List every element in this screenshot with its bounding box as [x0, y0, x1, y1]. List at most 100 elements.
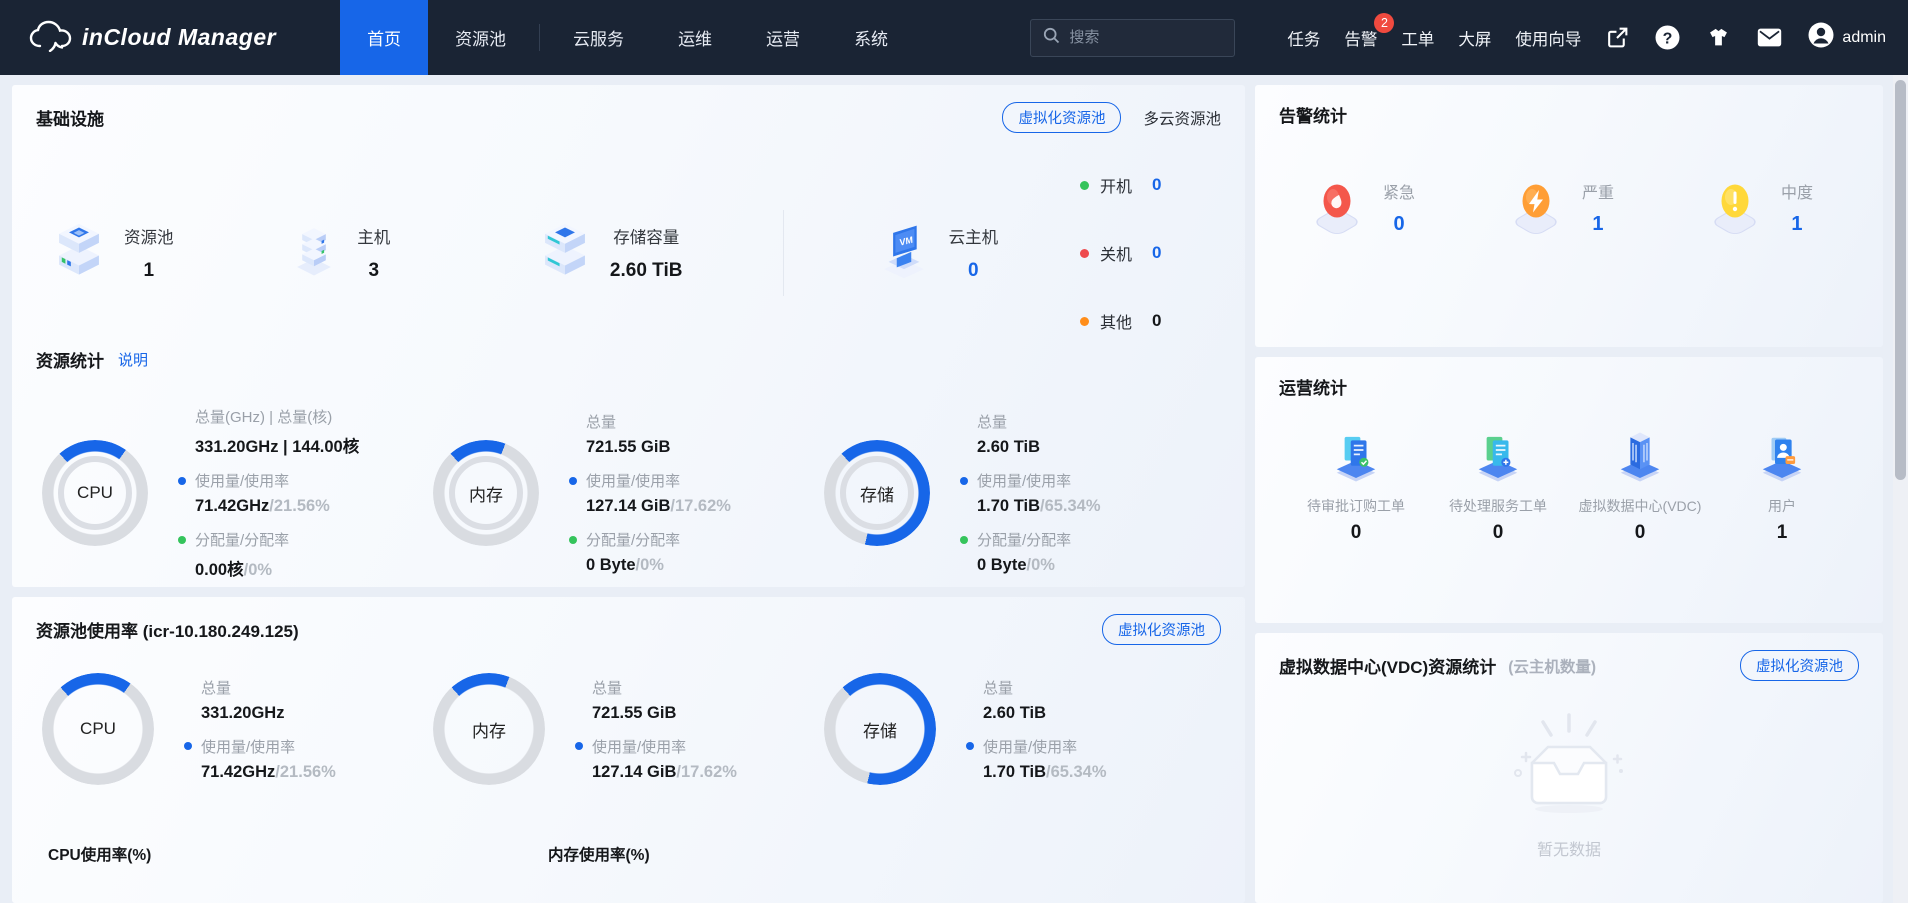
infrastructure-card: 基础设施 虚拟化资源池 多云资源池 — [12, 85, 1245, 587]
external-link-icon[interactable] — [1605, 25, 1630, 50]
nav-link-tickets[interactable]: 工单 — [1401, 26, 1434, 50]
pool-gauge-storage: 存储 总量 2.60 TiB 使用量/使用率 1.70 TiB/65.34% — [824, 673, 1215, 785]
shirt-icon[interactable] — [1705, 24, 1732, 51]
help-icon[interactable]: ? — [1654, 24, 1681, 51]
vm-status-off[interactable]: 关机 0 — [1080, 241, 1161, 265]
tab-cloud-service[interactable]: 云服务 — [546, 0, 651, 75]
toggle-multicloud-pool[interactable]: 多云资源池 — [1143, 107, 1221, 129]
infrastructure-title: 基础设施 — [36, 105, 104, 130]
resource-pool-count: 1 — [143, 260, 154, 282]
vdc-stats-subtitle: (云主机数量) — [1508, 655, 1740, 677]
host-count: 3 — [368, 260, 379, 282]
empty-box-icon — [1494, 707, 1644, 832]
major-alarm-count: 1 — [1592, 213, 1603, 236]
main-menu: 首页 资源池 云服务 运维 运营 系统 — [340, 0, 915, 75]
moderate-alarm-icon — [1703, 173, 1767, 242]
vdc-building-icon — [1612, 429, 1668, 490]
pool-usage-pill[interactable]: 虚拟化资源池 — [1102, 614, 1221, 645]
vdc-pill[interactable]: 虚拟化资源池 — [1740, 650, 1859, 681]
right-column: 告警统计 紧急 0 — [1255, 85, 1883, 903]
user-menu[interactable]: admin — [1807, 21, 1886, 54]
vm-status-other[interactable]: 其他 0 — [1080, 309, 1161, 333]
order-ticket-icon — [1328, 429, 1384, 490]
pool-usage-title: 资源池使用率 (icr-10.180.249.125) — [36, 617, 299, 642]
critical-alarm-count: 0 — [1393, 213, 1404, 236]
memory-usage-chart-title: 内存使用率(%) — [548, 843, 1048, 865]
user-card-icon — [1754, 429, 1810, 490]
top-nav: inCloud Manager 首页 资源池 云服务 运维 运营 系统 任务 告… — [0, 0, 1908, 75]
search-icon — [1043, 27, 1060, 49]
tab-home[interactable]: 首页 — [340, 0, 428, 75]
resource-stats-title: 资源统计 — [36, 347, 104, 372]
empty-state-text: 暂无数据 — [1537, 836, 1601, 860]
page-scrollbar-track[interactable] — [1893, 75, 1908, 903]
tab-ops-maintenance[interactable]: 运维 — [651, 0, 739, 75]
operation-items: 待审批订购工单 0 — [1279, 429, 1859, 544]
major-alarm-icon — [1504, 173, 1568, 242]
operation-stats-card: 运营统计 — [1255, 357, 1883, 623]
pool-gauge-memory: 内存 总量 721.55 GiB 使用量/使用率 127.14 GiB/17.6… — [433, 673, 824, 785]
pool-usage-card: 资源池使用率 (icr-10.180.249.125) 虚拟化资源池 CPU 总… — [12, 597, 1245, 903]
vdc-stats-title: 虚拟数据中心(VDC)资源统计 — [1279, 653, 1496, 678]
resource-pool-icon — [50, 220, 108, 287]
vm-count: 0 — [968, 260, 979, 282]
menu-divider — [539, 24, 540, 51]
empty-state: 暂无数据 — [1279, 707, 1859, 860]
alarm-moderate[interactable]: 中度 1 — [1703, 173, 1813, 242]
nav-link-tasks[interactable]: 任务 — [1287, 26, 1320, 50]
vm-status-list: 开机 0 关机 0 其他 0 — [1080, 169, 1161, 337]
nav-link-bigscreen[interactable]: 大屏 — [1458, 26, 1491, 50]
service-ticket-icon — [1470, 429, 1526, 490]
gauge-cpu: CPU 总量(GHz) | 总量(核) 331.20GHz | 144.00核 … — [42, 406, 433, 580]
search-input[interactable] — [1069, 29, 1209, 46]
nav-link-guide[interactable]: 使用向导 — [1515, 26, 1581, 50]
storage-capacity: 2.60 TiB — [610, 260, 683, 282]
pool-gauge-cpu: CPU 总量 331.20GHz 使用量/使用率 71.42GHz/21.56% — [42, 673, 433, 785]
operation-stats-title: 运营统计 — [1279, 374, 1859, 399]
storage-icon — [536, 220, 594, 287]
gauge-storage: 存储 总量 2.60 TiB 使用量/使用率 1.70 TiB/65.34% 分… — [824, 406, 1215, 580]
infra-divider — [783, 210, 784, 296]
user-count: 1 — [1777, 522, 1788, 544]
ops-vdc[interactable]: 虚拟数据中心(VDC) 0 — [1569, 429, 1711, 544]
alarm-stats-card: 告警统计 紧急 0 — [1255, 85, 1883, 347]
tab-system[interactable]: 系统 — [827, 0, 915, 75]
stat-resource-pool[interactable]: 资源池 1 — [50, 220, 174, 287]
avatar-icon — [1807, 21, 1835, 54]
toggle-virtual-pool[interactable]: 虚拟化资源池 — [1002, 102, 1121, 133]
vm-status-on[interactable]: 开机 0 — [1080, 173, 1161, 197]
page-scrollbar-thumb[interactable] — [1895, 80, 1906, 480]
dashboard: 基础设施 虚拟化资源池 多云资源池 — [0, 75, 1908, 903]
red-dot — [1080, 249, 1089, 258]
username: admin — [1842, 29, 1886, 47]
critical-alarm-icon — [1305, 173, 1369, 242]
vm-icon: VM — [875, 221, 933, 286]
gauge-memory: 内存 总量 721.55 GiB 使用量/使用率 127.14 GiB/17.6… — [433, 406, 824, 580]
app-logo[interactable]: inCloud Manager — [0, 0, 310, 75]
cloud-logo-icon — [28, 18, 74, 57]
alarm-stats-title: 告警统计 — [1279, 102, 1859, 127]
nav-link-alarms[interactable]: 告警 2 — [1344, 26, 1377, 50]
green-dot — [1080, 181, 1089, 190]
global-search[interactable] — [1030, 19, 1235, 57]
resource-stats-help-link[interactable]: 说明 — [118, 349, 148, 370]
app-title: inCloud Manager — [82, 24, 276, 51]
alarm-major[interactable]: 严重 1 — [1504, 173, 1614, 242]
mail-icon[interactable] — [1756, 24, 1783, 51]
alarm-count-badge: 2 — [1374, 13, 1394, 33]
vdc-count: 0 — [1635, 522, 1646, 544]
tab-resource-pool[interactable]: 资源池 — [428, 0, 533, 75]
alarm-critical[interactable]: 紧急 0 — [1305, 173, 1415, 242]
stat-storage[interactable]: 存储容量 2.60 TiB — [536, 220, 683, 287]
nav-right: 任务 告警 2 工单 大屏 使用向导 ? — [1030, 0, 1908, 75]
ops-pending-service[interactable]: 待处理服务工单 0 — [1427, 429, 1569, 544]
tab-operation[interactable]: 运营 — [739, 0, 827, 75]
stat-hosts[interactable]: 主机 3 — [287, 220, 390, 287]
alarm-items: 紧急 0 — [1279, 173, 1859, 242]
ops-users[interactable]: 用户 1 — [1711, 429, 1853, 544]
ops-pending-orders[interactable]: 待审批订购工单 0 — [1285, 429, 1427, 544]
moderate-alarm-count: 1 — [1791, 213, 1802, 236]
stat-vm[interactable]: VM 云主机 0 — [875, 221, 999, 286]
pending-service-count: 0 — [1493, 522, 1504, 544]
svg-text:?: ? — [1663, 31, 1673, 48]
